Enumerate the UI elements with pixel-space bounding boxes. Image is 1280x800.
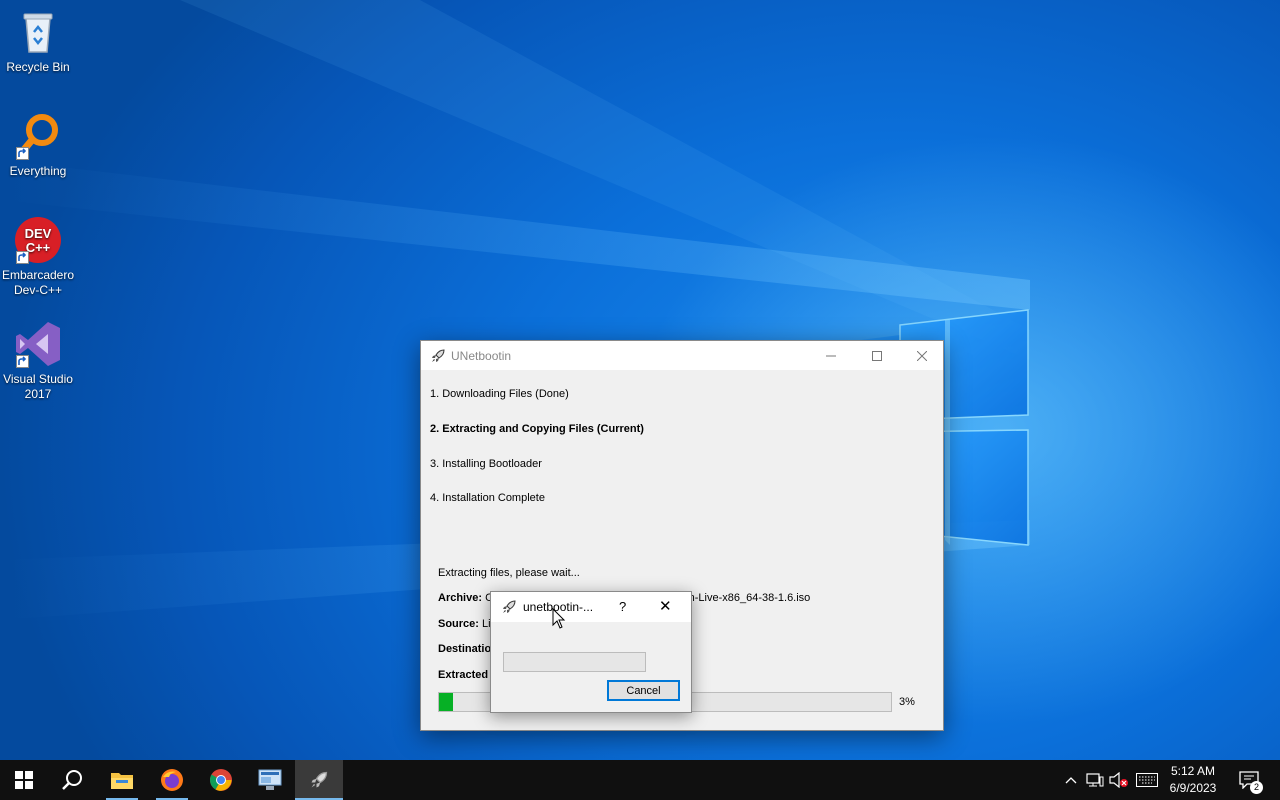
source-label: Source: <box>438 618 479 630</box>
desktop-icon-visual-studio[interactable]: Visual Studio 2017 <box>0 320 76 402</box>
unetbootin-rocket-icon <box>503 600 516 613</box>
extracted-label: Extracted <box>438 669 489 681</box>
volume-tray-button[interactable] <box>1108 760 1130 800</box>
archive-label: Archive: <box>438 592 483 604</box>
archive-value-tail: tion-Live-x86_64-38-1.6.iso <box>677 592 811 604</box>
start-icon <box>15 771 33 789</box>
visual-studio-icon <box>14 320 62 368</box>
window-titlebar[interactable]: UNetbootin <box>421 341 943 370</box>
close-icon <box>917 350 927 361</box>
search-icon <box>62 770 82 790</box>
taskbar: 5:12 AM 6/9/2023 <box>0 760 1280 800</box>
devcpp-icon: DEV C++ <box>14 216 62 264</box>
desktop-icon-devcpp[interactable]: DEV C++ Embarcadero Dev-C++ <box>0 216 76 298</box>
source-row: Source: Li <box>438 618 491 630</box>
minimize-button[interactable] <box>808 341 854 370</box>
dialog-close-button[interactable]: ✕ <box>659 597 672 615</box>
recycle-bin-icon <box>14 8 62 56</box>
keyboard-icon <box>1136 773 1158 787</box>
desktop-icon-label: Recycle Bin <box>6 60 70 74</box>
dialog-progress-bar <box>503 652 646 672</box>
taskbar-chrome[interactable] <box>197 760 245 800</box>
firefox-icon <box>161 769 183 791</box>
clock-time: 5:12 AM <box>1170 764 1216 778</box>
maximize-icon <box>872 350 882 361</box>
taskbar-remote-desktop[interactable] <box>246 760 294 800</box>
taskbar-clock[interactable]: 5:12 AM 6/9/2023 <box>1160 763 1226 797</box>
desktop-icon-everything[interactable]: Everything <box>0 112 76 179</box>
touch-keyboard-button[interactable] <box>1134 760 1160 800</box>
taskbar-search-button[interactable] <box>48 760 96 800</box>
shortcut-arrow-icon <box>16 147 29 160</box>
shortcut-arrow-icon <box>16 251 29 264</box>
dialog-titlebar[interactable]: unetbootin-... ? ✕ <box>491 592 691 622</box>
desktop-icon-label: Visual Studio 2017 <box>3 372 73 401</box>
destination-label: Destinatio <box>438 643 492 655</box>
svg-text:DEV: DEV <box>25 226 52 241</box>
everything-search-icon <box>14 112 62 160</box>
svg-text:C++: C++ <box>26 240 51 255</box>
archive-row: Archive: C <box>438 592 493 604</box>
step-downloading: 1. Downloading Files (Done) <box>430 388 569 400</box>
step-complete: 4. Installation Complete <box>430 492 545 504</box>
progress-percent-text: 3% <box>899 696 915 708</box>
clock-date: 6/9/2023 <box>1169 781 1217 795</box>
chevron-up-icon <box>1065 777 1077 784</box>
start-button[interactable] <box>0 760 48 800</box>
desktop-icon-recycle-bin[interactable]: Recycle Bin <box>0 8 76 75</box>
notification-count-badge: 2 <box>1250 781 1263 794</box>
step-extracting-current: 2. Extracting and Copying Files (Current… <box>430 423 644 435</box>
extraction-dialog[interactable]: unetbootin-... ? ✕ Cancel <box>490 591 692 713</box>
status-text: Extracting files, please wait... <box>438 567 580 579</box>
cancel-button[interactable]: Cancel <box>607 680 680 701</box>
desktop-icon-label: Everything <box>9 164 67 178</box>
chrome-icon <box>210 769 232 791</box>
taskbar-firefox[interactable] <box>148 760 196 800</box>
taskbar-unetbootin[interactable] <box>295 760 343 800</box>
maximize-button[interactable] <box>854 341 900 370</box>
minimize-icon <box>826 355 836 356</box>
unetbootin-icon <box>311 771 328 788</box>
close-button[interactable] <box>899 341 945 370</box>
remote-desktop-icon <box>258 769 282 790</box>
taskbar-file-explorer[interactable] <box>98 760 146 800</box>
main-progress-fill <box>439 693 453 711</box>
unetbootin-rocket-icon <box>432 348 445 362</box>
action-center-button[interactable] <box>1234 760 1264 800</box>
file-explorer-icon <box>111 773 133 789</box>
shortcut-arrow-icon <box>16 355 29 368</box>
step-bootloader: 3. Installing Bootloader <box>430 458 542 470</box>
network-tray-button[interactable] <box>1084 760 1106 800</box>
mouse-cursor-icon <box>552 608 566 629</box>
help-button[interactable]: ? <box>619 599 626 614</box>
desktop-icon-label: Embarcadero Dev-C++ <box>1 268 75 297</box>
show-hidden-icons-button[interactable] <box>1062 760 1080 800</box>
window-title: UNetbootin <box>451 348 512 363</box>
network-icon <box>1086 773 1104 787</box>
volume-muted-icon <box>1109 772 1128 788</box>
